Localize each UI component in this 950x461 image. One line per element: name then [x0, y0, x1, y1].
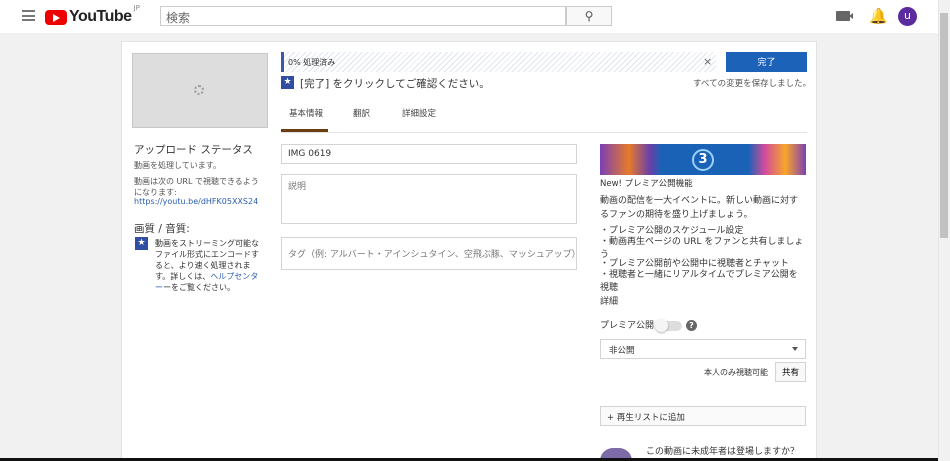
logo-text: YouTube [69, 8, 132, 25]
premiere-bullet: ・視聴者と一緒にリアルタイムでプレミア公開を視聴 [600, 270, 798, 293]
privacy-note: 本人のみ視聴可能 [704, 368, 768, 377]
premiere-toggle-label: プレミア公開 [600, 321, 655, 331]
description-field[interactable]: 説明 [281, 174, 577, 224]
star-icon: ★ [281, 76, 294, 89]
search-input[interactable]: 検索 [160, 6, 566, 26]
premiere-toggle[interactable] [655, 319, 682, 332]
url-note: 動画は次の URL で視聴できるようになります: [134, 177, 259, 197]
tab-advanced-settings[interactable]: 詳細設定 [402, 107, 436, 119]
quality-tail: ーをご覧ください。 [163, 283, 235, 292]
scrollbar-thumb[interactable] [940, 13, 948, 238]
title-field[interactable]: IMG 0619 [281, 144, 577, 164]
share-button[interactable]: 共有 [775, 362, 806, 382]
processing-progress-bar: 0% 処理済み [281, 52, 716, 72]
saved-status: すべての変更を保存しました。 [693, 79, 812, 89]
processing-text: 動画を処理しています。 [134, 161, 221, 170]
youtube-logo[interactable]: YouTube JP [45, 4, 140, 26]
region-label: JP [133, 4, 140, 12]
banner-countdown: 3 [692, 149, 714, 171]
add-to-playlist-button[interactable]: + 再生リストに追加 [600, 406, 806, 426]
search-icon: ⚲ [584, 9, 594, 23]
close-icon[interactable]: × [703, 55, 712, 68]
help-icon[interactable]: ? [686, 320, 697, 331]
star-icon: ★ [135, 237, 148, 250]
notifications-bell-icon[interactable]: 🔔 [869, 7, 888, 25]
quality-text: 動画をストリーミング可能なファイル形式にエンコードすると、より速く処理されます。… [155, 238, 263, 293]
upload-status-title: アップロード ステータス [134, 144, 253, 156]
divider [281, 132, 807, 133]
tab-translation[interactable]: 翻訳 [353, 107, 370, 119]
menu-icon[interactable] [22, 10, 35, 21]
details-link[interactable]: 詳細 [600, 296, 618, 309]
tab-basic-info[interactable]: 基本情報 [289, 107, 323, 119]
tags-field[interactable]: タグ（例: アルバート・アインシュタイン、空飛ぶ豚、マッシュアップ） [281, 237, 577, 270]
premiere-intro: 動画の配信を一大イベントに。新しい動画に対するファンの期待を盛り上げましょう。 [600, 196, 799, 220]
loading-spinner-icon [194, 85, 204, 95]
create-video-icon[interactable] [836, 11, 853, 21]
privacy-select[interactable]: 非公開 [600, 339, 806, 359]
video-url-link[interactable]: https://youtu.be/dHFK05XXS24 [134, 196, 258, 207]
search-button[interactable]: ⚲ [566, 6, 612, 26]
done-button[interactable]: 完了 [726, 52, 807, 72]
avatar[interactable]: u [898, 7, 917, 26]
confirm-message: [完了] をクリックしてご確認ください。 [300, 78, 490, 90]
play-logo-icon [45, 9, 67, 25]
premiere-heading: New! プレミア公開機能 [600, 179, 693, 189]
chevron-down-icon [792, 347, 798, 351]
quality-title: 画質 / 音質: [134, 223, 190, 235]
